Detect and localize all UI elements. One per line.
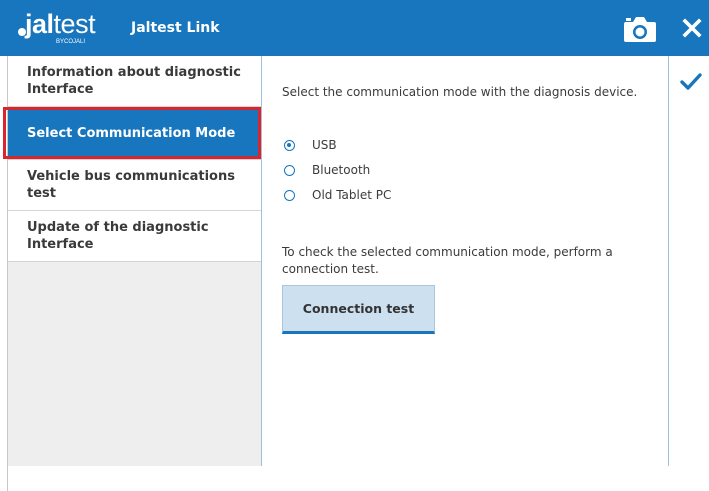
sidebar-item-label: Update of the diagnostic Interface: [27, 220, 209, 252]
mode-option-usb[interactable]: USB: [284, 135, 337, 155]
close-button[interactable]: [680, 16, 704, 40]
confirm-button[interactable]: [680, 72, 702, 92]
checkmark-icon: [680, 73, 702, 90]
mode-option-label: USB: [312, 138, 337, 152]
connection-test-button[interactable]: Connection test: [282, 285, 435, 334]
mode-option-bluetooth[interactable]: Bluetooth: [284, 160, 370, 180]
radio-button[interactable]: [284, 164, 295, 176]
instruction-text: Select the communication mode with the d…: [282, 85, 638, 99]
sidebar-nav: Information about diagnostic Interface S…: [8, 56, 261, 466]
mode-option-label: Old Tablet PC: [312, 188, 392, 202]
app-header: jaltest BYCOJALI Jaltest Link: [0, 0, 709, 56]
app-title: Jaltest Link: [131, 20, 220, 36]
radio-button[interactable]: [284, 189, 295, 201]
mode-option-old-tablet-pc[interactable]: Old Tablet PC: [284, 185, 391, 205]
sidebar-divider: [261, 56, 262, 466]
sidebar-item-label: Vehicle bus communications test: [27, 169, 235, 201]
content-divider: [668, 56, 669, 466]
sidebar-item-label: Information about diagnostic Interface: [27, 65, 241, 97]
logo-wordmark: jaltest: [25, 9, 96, 39]
sidebar-item-update-interface[interactable]: Update of the diagnostic Interface: [8, 211, 261, 262]
mode-option-label: Bluetooth: [312, 163, 371, 177]
camera-button[interactable]: [622, 15, 658, 43]
sidebar-item-select-communication-mode[interactable]: Select Communication Mode: [8, 107, 261, 160]
close-icon: [682, 18, 702, 38]
logo-subtext: BYCOJALI: [56, 39, 86, 45]
camera-icon: [624, 17, 656, 42]
sidebar-item-vehicle-bus-test[interactable]: Vehicle bus communications test: [8, 160, 261, 211]
radio-button[interactable]: [284, 139, 295, 151]
jaltest-logo: jaltest BYCOJALI: [18, 7, 118, 47]
sidebar-item-label: Select Communication Mode: [27, 125, 236, 141]
sidebar-empty-area: [8, 262, 261, 466]
connection-hint-text: To check the selected communication mode…: [282, 245, 613, 276]
sidebar-item-information[interactable]: Information about diagnostic Interface: [8, 56, 261, 107]
